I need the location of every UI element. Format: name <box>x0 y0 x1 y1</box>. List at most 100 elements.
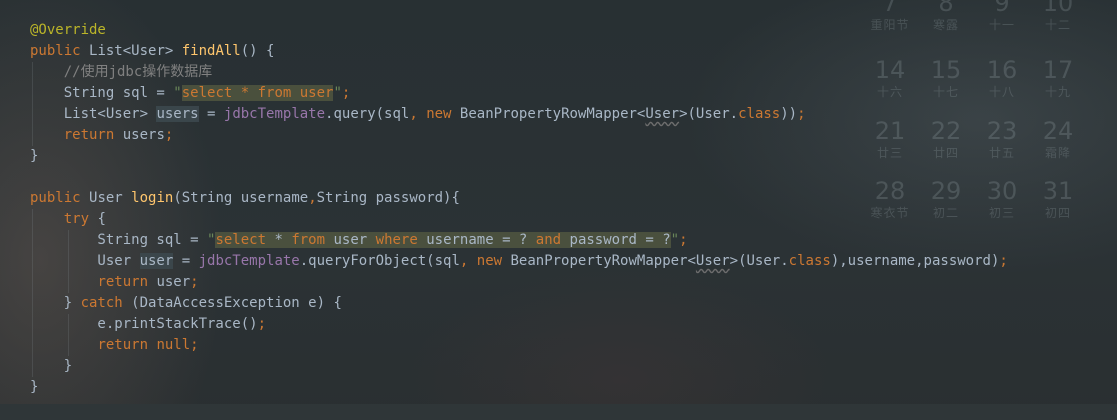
code-line[interactable]: //使用jdbc操作数据库 <box>30 62 1008 83</box>
code-token: return <box>63 127 123 143</box>
editor-bottom-strip <box>0 404 1117 420</box>
code-line[interactable]: return null; <box>30 335 1008 356</box>
code-token: ; <box>257 316 267 332</box>
calendar-day: 10 <box>1042 0 1074 17</box>
code-token: users <box>156 106 199 122</box>
code-token: select <box>215 232 275 248</box>
code-token: (DataAccessException e) { <box>131 295 342 311</box>
code-token: BeanPropertyRowMapper< <box>510 253 696 269</box>
code-token: () { <box>240 43 275 59</box>
calendar-cell: 31 初四 <box>1030 176 1086 220</box>
code-token: User <box>30 253 140 269</box>
code-token: from <box>291 232 334 248</box>
code-token: ),username,password) <box>830 253 1000 269</box>
code-line[interactable]: String sql = "select * from user"; <box>30 83 1008 104</box>
code-token: class <box>788 253 831 269</box>
code-token: .queryForObject(sql <box>299 253 460 269</box>
calendar-day: 31 <box>1042 177 1074 205</box>
code-line[interactable]: String sql = " select * from user where u… <box>30 230 1008 251</box>
code-token: password = ? <box>569 232 671 248</box>
code-token: User <box>645 106 680 122</box>
code-line[interactable]: public List<User> findAll() { <box>30 41 1008 62</box>
code-line[interactable] <box>30 167 1008 188</box>
code-token: users <box>122 127 165 143</box>
calendar-lunar: 十九 <box>1044 85 1071 99</box>
code-token: = <box>173 253 199 269</box>
calendar-day: 9 <box>994 0 1010 17</box>
code-line[interactable]: } <box>30 146 1008 167</box>
code-token: ; <box>190 274 199 290</box>
code-token: String sql = <box>30 85 174 101</box>
code-token: public <box>30 190 90 206</box>
code-token: select * from user <box>181 85 334 101</box>
code-line[interactable]: List<User> users = jdbcTemplate.query(sq… <box>30 104 1008 125</box>
code-token: try <box>63 211 98 227</box>
code-token: , <box>308 190 317 206</box>
code-line[interactable]: } catch (DataAccessException e) { <box>30 293 1008 314</box>
code-token: )) <box>780 106 798 122</box>
code-token: return <box>97 274 157 290</box>
code-token: , new <box>459 253 511 269</box>
code-token: { <box>97 211 106 227</box>
code-line[interactable]: } <box>30 377 1008 398</box>
calendar-cell: 17 十九 <box>1030 55 1086 99</box>
code-token: " <box>670 232 680 248</box>
code-token: findAll <box>181 43 241 59</box>
code-token: jdbcTemplate <box>223 106 326 122</box>
code-token: (String username <box>173 190 309 206</box>
code-token: username = ? <box>426 232 536 248</box>
code-token: ; <box>341 85 351 101</box>
code-token: } <box>30 379 39 395</box>
code-line[interactable]: e.printStackTrace(); <box>30 314 1008 335</box>
calendar-day: 24 <box>1042 117 1074 145</box>
code-token: List<User> <box>30 106 157 122</box>
code-token: user <box>333 232 376 248</box>
code-token: >(User. <box>729 253 789 269</box>
code-token: String sql = <box>30 232 208 248</box>
code-token: jdbcTemplate <box>198 253 300 269</box>
code-token: ; <box>679 232 688 248</box>
code-token: user <box>139 253 174 269</box>
code-token: String password){ <box>316 190 460 206</box>
code-line[interactable]: return users; <box>30 125 1008 146</box>
code-token: User <box>695 253 730 269</box>
code-token: ; <box>999 253 1008 269</box>
code-token: class <box>738 106 781 122</box>
code-token: User <box>89 190 132 206</box>
code-line[interactable]: User user = jdbcTemplate.queryForObject(… <box>30 251 1008 272</box>
code-token: } <box>30 295 81 311</box>
code-token: //使用jdbc操作数据库 <box>63 64 213 80</box>
code-token: * <box>274 232 292 248</box>
calendar-day: 7 <box>882 0 898 17</box>
code-line[interactable]: } <box>30 356 1008 377</box>
code-line[interactable]: public User login(String username,String… <box>30 188 1008 209</box>
code-token: BeanPropertyRowMapper< <box>459 106 646 122</box>
calendar-lunar: 十二 <box>1044 18 1071 32</box>
code-token: login <box>131 190 174 206</box>
code-token: " <box>173 85 182 101</box>
code-token: , new <box>409 106 460 122</box>
code-line[interactable]: return user; <box>30 272 1008 293</box>
calendar-lunar: 霜降 <box>1044 146 1071 160</box>
code-token: List<User> <box>89 43 182 59</box>
code-editor[interactable]: @Override public List<User> findAll() { /… <box>30 20 1008 398</box>
calendar-cell: 10 十二 <box>1030 0 1086 32</box>
code-token: .query(sql <box>325 106 410 122</box>
code-token: = <box>198 106 224 122</box>
code-token: e.printStackTrace() <box>30 316 258 332</box>
code-token: @Override <box>30 22 106 38</box>
code-token: ; <box>797 106 806 122</box>
code-token: } <box>30 358 73 374</box>
code-token: } <box>30 148 39 164</box>
code-token: public <box>30 43 90 59</box>
code-line[interactable]: try { <box>30 209 1008 230</box>
code-token: return null; <box>97 337 199 353</box>
code-line[interactable]: @Override <box>30 20 1008 41</box>
calendar-cell: 24 霜降 <box>1030 116 1086 160</box>
calendar-lunar: 初四 <box>1044 206 1071 220</box>
calendar-day: 17 <box>1042 56 1074 84</box>
